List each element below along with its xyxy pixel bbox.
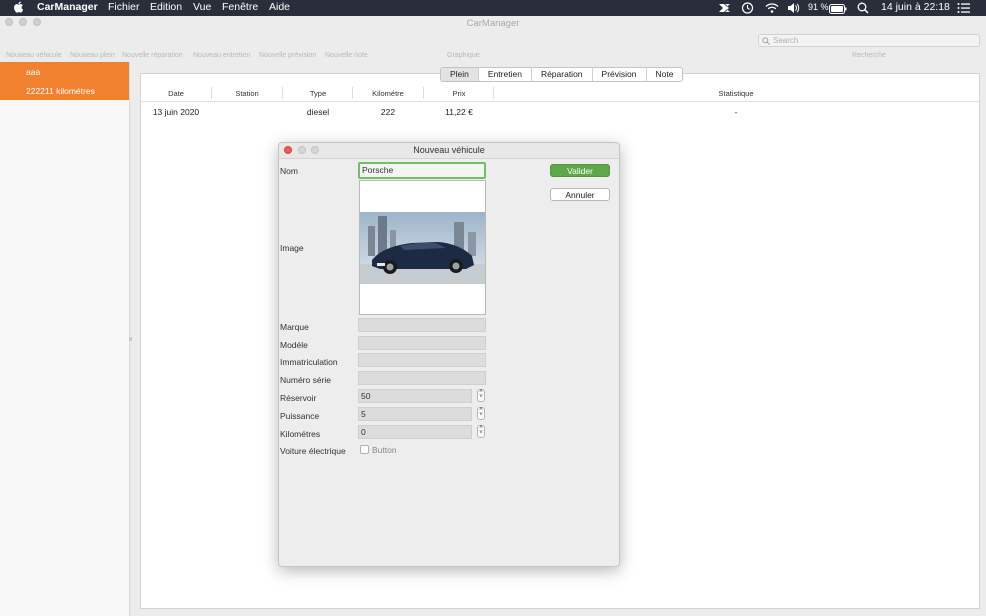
battery-percent: 91 %: [808, 2, 829, 12]
toolbar-new-fill[interactable]: Nouveau plein: [70, 52, 115, 59]
tab-note[interactable]: Note: [645, 68, 683, 81]
window-title: CarManager: [466, 18, 520, 29]
apple-icon[interactable]: [13, 1, 24, 13]
search-label: Recherche: [852, 52, 886, 59]
model-field[interactable]: [358, 336, 486, 350]
electric-checkbox[interactable]: [360, 445, 369, 454]
mileage-field[interactable]: 0: [358, 425, 472, 439]
battery-icon[interactable]: [829, 3, 847, 15]
menu-fenetre[interactable]: Fenêtre: [222, 1, 258, 13]
app-menu[interactable]: CarManager: [37, 1, 98, 13]
volume-icon[interactable]: [787, 2, 800, 14]
electric-checkbox-label[interactable]: Button: [372, 445, 397, 455]
column-header-type[interactable]: Type: [283, 89, 353, 98]
cell-prix: 11,22 €: [445, 107, 473, 117]
label-reservoir: Réservoir: [280, 393, 317, 403]
dialog-title: Nouveau véhicule: [413, 145, 485, 155]
dialog-titlebar: Nouveau véhicule: [279, 143, 619, 159]
menu-fichier[interactable]: Fichier: [108, 1, 140, 13]
cell-type: diesel: [306, 107, 330, 117]
column-header-date[interactable]: Date: [141, 89, 211, 98]
annuler-button[interactable]: Annuler: [550, 188, 610, 201]
toolbar-new-vehicle[interactable]: Nouveau véhicule: [6, 52, 62, 59]
cell-statistique: -: [734, 107, 738, 117]
name-field[interactable]: Porsche: [358, 162, 486, 179]
registration-field[interactable]: [358, 353, 486, 367]
wifi-icon[interactable]: [765, 2, 779, 14]
label-modele: Modéle: [280, 340, 308, 350]
toolbar-new-note[interactable]: Nouvelle note: [325, 52, 368, 59]
vehicle-name: aaa: [26, 67, 41, 77]
spotlight-icon[interactable]: [857, 2, 869, 14]
column-header-station[interactable]: Station: [212, 89, 282, 98]
vehicle-sidebar: aaa 222211 kilométres: [0, 62, 130, 616]
car-photo: [360, 212, 485, 284]
search-field[interactable]: [758, 34, 980, 47]
menu-edition[interactable]: Edition: [150, 1, 182, 13]
menu-aide[interactable]: Aide: [269, 1, 290, 13]
label-puissance: Puissance: [280, 411, 320, 421]
tab-entretien[interactable]: Entretien: [477, 68, 531, 81]
toolbar-new-repair[interactable]: Nouvelle réparation: [122, 52, 183, 59]
search-input[interactable]: [773, 35, 973, 46]
split-view-divider-handle[interactable]: [129, 337, 132, 341]
tab-plein[interactable]: Plein: [441, 68, 478, 81]
airdrop-icon[interactable]: [718, 2, 732, 14]
tab-segmented-control: Plein Entretien Réparation Prévision Not…: [440, 67, 684, 82]
toolbar-new-forecast[interactable]: Nouvelle prévision: [259, 52, 316, 59]
toolbar-new-maintenance[interactable]: Nouveau entretien: [193, 52, 250, 59]
cell-km: 222: [380, 107, 396, 117]
image-well[interactable]: [359, 180, 486, 315]
column-header-km[interactable]: Kilométre: [353, 89, 423, 98]
vehicle-km: 222211 kilométres: [26, 86, 95, 96]
time-machine-icon[interactable]: [741, 2, 754, 14]
cell-date: 13 juin 2020: [152, 107, 200, 117]
tank-field[interactable]: 50: [358, 389, 472, 403]
label-nom: Nom: [280, 166, 298, 176]
clock[interactable]: 14 juin à 22:18: [881, 1, 950, 13]
brand-field[interactable]: [358, 318, 486, 332]
new-vehicle-dialog: Nouveau véhicule Nom Porsche Image Marqu…: [278, 142, 620, 567]
menu-vue[interactable]: Vue: [193, 1, 211, 13]
tab-prevision[interactable]: Prévision: [591, 68, 646, 81]
tab-reparation[interactable]: Réparation: [530, 68, 592, 81]
label-image: Image: [280, 243, 304, 253]
label-numero-serie: Numéro série: [280, 375, 332, 385]
label-marque: Marque: [280, 322, 309, 332]
menu-bar: CarManager Fichier Edition Vue Fenêtre A…: [0, 0, 986, 16]
column-header-prix[interactable]: Prix: [424, 89, 494, 98]
table-header-divider: [141, 101, 979, 102]
serial-number-field[interactable]: [358, 371, 486, 385]
label-immatriculation: Immatriculation: [280, 357, 338, 367]
power-stepper[interactable]: ˄ ˅: [477, 407, 485, 420]
column-header-statistique[interactable]: Statistique: [494, 89, 978, 98]
table-row[interactable]: 13 juin 2020 diesel 222 11,22 € -: [141, 104, 979, 118]
power-field[interactable]: 5: [358, 407, 472, 421]
label-voiture-electrique: Voiture électrique: [280, 446, 346, 456]
mileage-stepper[interactable]: ˄ ˅: [477, 425, 485, 438]
control-center-icon[interactable]: [957, 2, 970, 14]
toolbar-graphique[interactable]: Graphique: [447, 52, 480, 59]
tank-stepper[interactable]: ˄ ˅: [477, 389, 485, 402]
valider-button[interactable]: Valider: [550, 164, 610, 177]
vehicle-list-item[interactable]: aaa 222211 kilométres: [0, 62, 129, 100]
search-icon: [762, 37, 770, 45]
label-kilometres: Kilométres: [280, 429, 321, 439]
